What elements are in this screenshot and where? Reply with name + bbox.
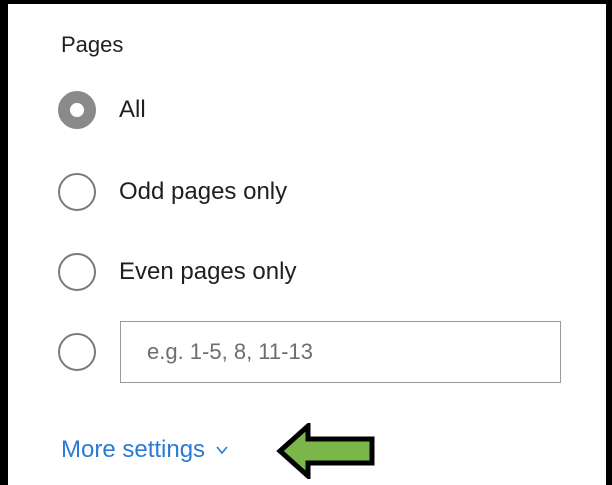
- radio-label-even-pages: Even pages only: [119, 258, 297, 285]
- frame-border-left: [0, 0, 8, 485]
- more-settings-link[interactable]: More settings: [61, 436, 229, 464]
- radio-all[interactable]: [58, 91, 96, 129]
- radio-label-odd-pages: Odd pages only: [119, 178, 288, 205]
- screenshot-frame: Pages All Odd pages only Even pages only…: [0, 0, 612, 485]
- radio-option-custom-range[interactable]: [58, 330, 96, 374]
- radio-even-pages[interactable]: [58, 253, 96, 291]
- radio-option-odd-pages[interactable]: Odd pages only: [58, 170, 287, 214]
- radio-odd-pages[interactable]: [58, 173, 96, 211]
- radio-label-all: All: [119, 96, 146, 123]
- chevron-down-icon: [216, 446, 228, 455]
- frame-border-right: [606, 0, 612, 485]
- radio-option-all[interactable]: All: [58, 88, 146, 132]
- pages-section-title: Pages: [61, 32, 124, 57]
- radio-custom-range[interactable]: [58, 333, 96, 371]
- more-settings-label: More settings: [61, 436, 206, 463]
- page-range-input[interactable]: [120, 321, 561, 383]
- radio-option-even-pages[interactable]: Even pages only: [58, 250, 296, 294]
- pages-settings-panel: Pages All Odd pages only Even pages only…: [8, 4, 606, 485]
- green-arrow-left-icon: [276, 423, 375, 479]
